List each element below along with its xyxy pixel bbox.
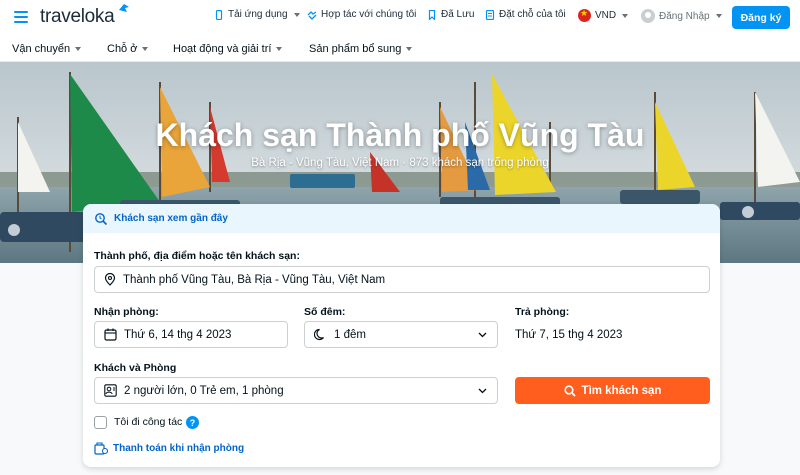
chevron-down-icon <box>715 14 722 18</box>
guests-value: 2 người lớn, 0 Trẻ em, 1 phòng <box>124 384 284 397</box>
calendar-icon <box>104 328 117 341</box>
history-search-icon <box>95 212 108 225</box>
destination-value: Thành phố Vũng Tàu, Bà Rịa - Vũng Tàu, V… <box>123 273 386 286</box>
nav-activities-label: Hoạt động và giải trí <box>173 43 272 55</box>
bookmark-icon <box>428 9 436 20</box>
location-pin-icon <box>104 273 116 286</box>
nav-transport-label: Vận chuyển <box>12 43 71 55</box>
destination-label: Thành phố, địa điểm hoặc tên khách sạn: <box>94 250 300 262</box>
guests-label: Khách và Phòng <box>94 362 177 374</box>
page-subtitle: Bà Rịa - Vũng Tàu, Việt Nam · 873 khách … <box>251 157 549 169</box>
nights-value: 1 đêm <box>334 328 366 341</box>
currency-label: VND <box>595 10 617 21</box>
login-button[interactable]: Đăng Nhập <box>641 9 722 23</box>
nights-label: Số đêm: <box>304 306 346 318</box>
nights-select[interactable]: 1 đêm <box>304 321 498 348</box>
saved-link[interactable]: Đã Lưu <box>427 9 474 20</box>
receipt-icon <box>485 9 495 20</box>
download-app-link[interactable]: Tải ứng dụng <box>214 9 300 20</box>
menu-icon[interactable] <box>14 11 28 23</box>
chevron-down-icon <box>276 47 283 51</box>
business-trip-label: Tôi đi công tác <box>114 416 183 428</box>
phone-icon <box>215 9 223 20</box>
nav-extras-label: Sản phẩm bổ sung <box>309 43 402 55</box>
checkout-value: Thứ 7, 15 thg 4 2023 <box>515 329 623 341</box>
business-trip-checkbox[interactable] <box>94 416 107 429</box>
checkin-label: Nhận phòng: <box>94 306 159 318</box>
saved-label: Đã Lưu <box>441 9 475 20</box>
search-hotels-label: Tìm khách sạn <box>581 384 662 397</box>
currency-selector[interactable]: VND <box>578 8 629 22</box>
bird-logo-icon <box>119 4 129 12</box>
checkin-value: Thứ 6, 14 thg 4 2023 <box>124 328 232 341</box>
page-title: Khách sạn Thành phố Vũng Tàu <box>155 117 645 153</box>
brand-logo[interactable]: traveloka <box>40 6 115 28</box>
search-icon <box>563 384 576 397</box>
chevron-down-icon <box>406 47 413 51</box>
guests-rooms-select[interactable]: 2 người lớn, 0 Trẻ em, 1 phòng <box>94 377 498 404</box>
nav-accommodation[interactable]: Chỗ ở <box>107 43 149 55</box>
chevron-down-icon <box>142 47 149 51</box>
moon-icon <box>314 328 324 341</box>
handshake-icon <box>307 10 317 20</box>
chevron-down-icon <box>478 332 487 338</box>
nav-activities[interactable]: Hoạt động và giải trí <box>173 43 283 55</box>
signup-button[interactable]: Đăng ký <box>732 6 790 29</box>
my-bookings-label: Đặt chỗ của tôi <box>499 9 566 20</box>
nav-accommodation-label: Chỗ ở <box>107 43 138 55</box>
user-avatar-icon <box>641 9 655 23</box>
nav-transport[interactable]: Vận chuyển <box>12 43 82 55</box>
chevron-down-icon <box>75 47 82 51</box>
category-nav: Vận chuyển Chỗ ở Hoạt động và giải trí S… <box>0 36 800 62</box>
nav-extras[interactable]: Sản phẩm bổ sung <box>309 43 413 55</box>
search-hotels-button[interactable]: Tìm khách sạn <box>515 377 710 404</box>
hotel-search-card: Khách sạn xem gần đây Thành phố, địa điể… <box>83 204 720 467</box>
chevron-down-icon <box>478 388 487 394</box>
pay-at-hotel-icon <box>94 442 108 455</box>
partner-label: Hợp tác với chúng tôi <box>321 9 417 20</box>
login-label: Đăng Nhập <box>659 10 710 22</box>
top-header: traveloka Tải ứng dụng Hợp tác với chúng… <box>0 0 800 36</box>
recently-viewed-label: Khách sạn xem gần đây <box>114 213 228 224</box>
help-icon[interactable]: ? <box>186 416 199 429</box>
chevron-down-icon <box>622 13 629 18</box>
pay-at-hotel-link[interactable]: Thanh toán khi nhận phòng <box>94 442 244 455</box>
chevron-down-icon <box>293 12 300 17</box>
checkin-date-picker[interactable]: Thứ 6, 14 thg 4 2023 <box>94 321 288 348</box>
my-bookings-link[interactable]: Đặt chỗ của tôi <box>485 9 566 20</box>
checkout-label: Trả phòng: <box>515 306 570 318</box>
guests-icon <box>104 384 117 397</box>
pay-at-hotel-label: Thanh toán khi nhận phòng <box>113 443 245 454</box>
destination-input[interactable]: Thành phố Vũng Tàu, Bà Rịa - Vũng Tàu, V… <box>94 266 710 293</box>
recently-viewed-link[interactable]: Khách sạn xem gần đây <box>83 204 720 233</box>
partner-link[interactable]: Hợp tác với chúng tôi <box>307 9 416 20</box>
vietnam-flag-icon <box>578 8 591 22</box>
download-app-label: Tải ứng dụng <box>228 9 288 20</box>
